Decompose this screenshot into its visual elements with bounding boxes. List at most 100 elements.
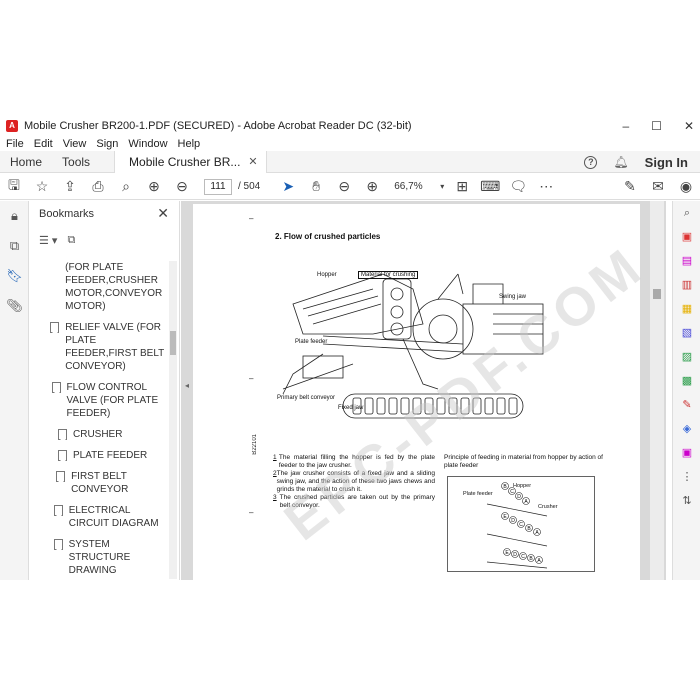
bookmark-item[interactable]: CRUSHER — [30, 426, 168, 443]
page-mark: – — [249, 508, 254, 517]
side-code: B22101 — [252, 434, 258, 455]
expand-icon[interactable]: ⇅ — [673, 489, 700, 513]
next-page-icon[interactable]: ⊖ — [168, 178, 196, 195]
select-cursor-icon[interactable]: ➤ — [274, 178, 302, 195]
bookmarks-scrollbar[interactable] — [169, 261, 177, 579]
bookmark-item[interactable]: FIRST BELT CONVEYOR — [30, 468, 168, 498]
principle-plate-feeder-label: Plate feeder — [463, 491, 493, 497]
close-window-button[interactable]: ✕ — [684, 119, 694, 133]
menu-file[interactable]: File — [6, 138, 24, 150]
bookmark-label: RELIEF VALVE (FOR PLATE FEEDER,FIRST BEL… — [65, 322, 165, 372]
protect-icon[interactable]: ◈ — [673, 417, 700, 441]
tab-home[interactable]: Home — [0, 155, 52, 169]
lock-icon[interactable]: 🔒︎ — [0, 201, 29, 231]
bookmark-item[interactable]: FLOW CONTROL VALVE (FOR PLATE FEEDER) — [30, 379, 168, 422]
menu-bar: File Edit View Sign Window Help — [0, 137, 700, 151]
hand-tool-icon[interactable]: ✋︎ — [302, 178, 330, 195]
bookmark-search-icon[interactable]: ⧉ — [67, 234, 75, 247]
label-primary-belt: Primary belt conveyor — [277, 395, 336, 401]
zoom-level-dropdown[interactable]: 66,7% — [394, 181, 436, 192]
label-hopper: Hopper — [317, 272, 337, 278]
sign-pen-icon[interactable]: ✎ — [616, 178, 644, 195]
bookmark-label: CRUSHER — [73, 429, 123, 440]
ball-marker: D — [515, 492, 523, 500]
menu-help[interactable]: Help — [178, 138, 201, 150]
notification-bell-icon[interactable]: 🔔︎ — [613, 155, 628, 169]
document-area: ◂ – 2. Flow of crushed particles – – Hop… — [181, 201, 666, 580]
close-panel-icon[interactable]: ✕ — [157, 205, 169, 222]
menu-edit[interactable]: Edit — [34, 138, 53, 150]
bookmark-options-icon[interactable]: ☰ ▾ — [39, 234, 57, 247]
ball-label: C — [510, 489, 514, 495]
email-icon[interactable]: ✉ — [644, 178, 672, 195]
fill-sign-icon[interactable]: ✎ — [673, 393, 700, 417]
zoom-in-icon[interactable]: ⊕ — [358, 178, 386, 195]
comment-tool-icon[interactable]: ▦ — [673, 297, 700, 321]
pages-icon[interactable]: ⧉ — [0, 231, 29, 261]
bookmark-icon — [56, 471, 66, 482]
right-tools-rail: ⌕ ▣ ▤ ▥ ▦ ▧ ▨ ▩ ✎ ◈ ▣ ⋮ ⇅ — [672, 201, 700, 580]
bookmark-item[interactable]: (FOR PLATE FEEDER,CRUSHER MOTOR,CONVEYOR… — [30, 261, 168, 315]
zoom-out-icon[interactable]: ⊖ — [330, 178, 358, 195]
bookmark-item[interactable]: RELIEF VALVE (FOR PLATE FEEDER,FIRST BEL… — [30, 319, 168, 375]
menu-sign[interactable]: Sign — [96, 138, 118, 150]
more-options-icon[interactable]: ⋯ — [532, 178, 560, 195]
bookmark-icon — [53, 505, 63, 516]
principle-hopper-label: Hopper — [513, 483, 532, 489]
menu-window[interactable]: Window — [128, 138, 167, 150]
menu-view[interactable]: View — [63, 138, 87, 150]
zoom-dropdown-chevron-icon[interactable]: ▾ — [436, 182, 448, 191]
ball-marker: C — [519, 552, 527, 560]
bookmark-item[interactable]: PLATE FEEDER — [30, 447, 168, 464]
bookmark-label: (FOR PLATE FEEDER,CRUSHER MOTOR,CONVEYOR… — [65, 262, 163, 312]
ball-marker: A — [522, 497, 530, 505]
ball-marker: B — [525, 524, 533, 532]
document-scrollbar[interactable] — [650, 201, 664, 580]
help-icon[interactable]: ? — [584, 155, 598, 169]
bookmark-panel-icon[interactable]: 🔖︎ — [0, 261, 29, 291]
more-tools-icon[interactable]: ▣ — [673, 441, 700, 465]
tab-tools[interactable]: Tools — [52, 155, 100, 169]
print-icon[interactable]: ⎙ — [84, 178, 112, 195]
bookmark-star-icon[interactable]: ☆ — [28, 178, 56, 195]
save-icon[interactable]: 🖫︎ — [0, 175, 28, 199]
page-number-input[interactable]: 111 — [204, 178, 232, 195]
previous-page-icon[interactable]: ⊕ — [140, 178, 168, 195]
pdf-page: – 2. Flow of crushed particles – – Hoppe… — [193, 204, 656, 580]
tab-document-label: Mobile Crusher BR... — [129, 154, 241, 169]
export-pdf-icon[interactable]: ▣ — [673, 225, 700, 249]
search-tool-icon[interactable]: ⌕ — [673, 201, 700, 225]
principle-title: Principle of feeding in material from ho… — [444, 454, 603, 469]
edit-pdf-icon[interactable]: ▥ — [673, 273, 700, 297]
left-rail: 🔒︎ ⧉ 🔖︎ 📎︎ — [0, 201, 29, 580]
maximize-button[interactable]: ☐ — [651, 119, 662, 133]
account-icon[interactable]: ◉ — [672, 178, 700, 195]
organize-pages-icon[interactable]: ▨ — [673, 345, 700, 369]
bookmark-item[interactable]: ELECTRICAL CIRCUIT DIAGRAM — [30, 502, 168, 532]
create-pdf-icon[interactable]: ▤ — [673, 249, 700, 273]
close-tab-icon[interactable]: ✕ — [248, 155, 257, 168]
upload-icon[interactable]: ⇪ — [56, 178, 84, 195]
bookmark-item[interactable]: SYSTEM STRUCTURE DRAWING — [30, 536, 168, 579]
collapse-left-icon[interactable]: ◂ — [185, 381, 189, 390]
label-plate-feeder: Plate feeder — [295, 339, 328, 345]
ball-label: C — [521, 554, 525, 560]
tab-document[interactable]: Mobile Crusher BR... ✕ — [114, 150, 267, 173]
combine-files-icon[interactable]: ▧ — [673, 321, 700, 345]
search-zoom-icon[interactable]: ⌕ — [112, 178, 140, 195]
bookmarks-tools: ☰ ▾ ⧉ — [30, 227, 179, 253]
minimize-button[interactable]: – — [622, 119, 629, 133]
attachment-icon[interactable]: 📎︎ — [0, 291, 29, 321]
comment-icon[interactable]: 🗨︎ — [504, 178, 532, 195]
bookmarks-title: Bookmarks — [39, 208, 95, 220]
tool-panel-toggle-icon[interactable]: ⋮ — [673, 465, 700, 489]
sign-in-button[interactable]: Sign In — [645, 155, 688, 170]
label-fixed-jaw: Fixed jaw — [338, 405, 364, 411]
page-fit-icon[interactable]: ⊞ — [448, 178, 476, 195]
ball-marker: B — [501, 482, 509, 490]
document-scroll-thumb[interactable] — [653, 289, 661, 299]
keyboard-icon[interactable]: ⌨ — [476, 178, 504, 195]
compress-pdf-icon[interactable]: ▩ — [673, 369, 700, 393]
bookmarks-scroll-thumb[interactable] — [170, 331, 176, 355]
